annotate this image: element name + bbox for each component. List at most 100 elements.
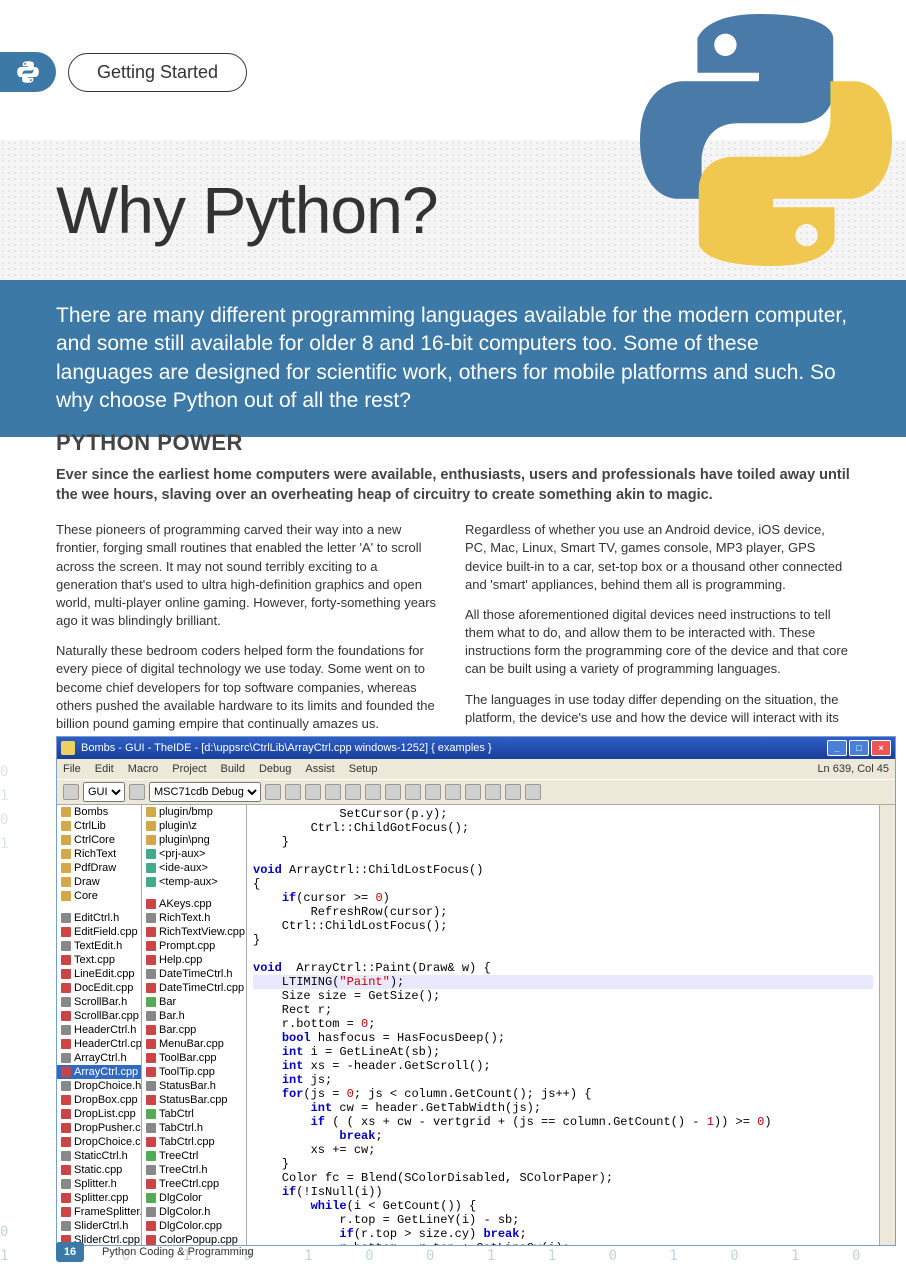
file-item[interactable]: DropPusher.cpp [57,1121,141,1135]
toolbar-icon[interactable] [525,784,541,800]
toolbar-icon[interactable] [365,784,381,800]
file-item[interactable]: DropList.cpp [57,1107,141,1121]
file-item[interactable]: HeaderCtrl.cpp [57,1037,141,1051]
file-item[interactable]: Core [57,889,141,903]
file-item[interactable]: TabCtrl.cpp [142,1135,246,1149]
file-item[interactable]: SliderCtrl.h [57,1219,141,1233]
toolbar-icon[interactable] [425,784,441,800]
file-item[interactable]: Draw [57,875,141,889]
file-panel[interactable]: plugin/bmpplugin\zplugin\png<prj-aux><id… [142,805,247,1245]
file-item[interactable]: AKeys.cpp [142,897,246,911]
file-item[interactable]: Splitter.h [57,1177,141,1191]
toolbar-icon[interactable] [63,784,79,800]
file-item[interactable]: Static.cpp [57,1163,141,1177]
file-item[interactable]: DropChoice.h [57,1079,141,1093]
file-item[interactable]: Bar.h [142,1009,246,1023]
toolbar-icon[interactable] [305,784,321,800]
file-item[interactable]: Text.cpp [57,953,141,967]
ide-menubar: File Edit Macro Project Build Debug Assist Setu… [57,759,895,779]
file-item[interactable]: ScrollBar.h [57,995,141,1009]
menu-macro[interactable]: Macro [128,763,159,775]
file-item[interactable]: Bar.cpp [142,1023,246,1037]
file-item[interactable]: Bar [142,995,246,1009]
file-item[interactable]: EditField.cpp [57,925,141,939]
file-item[interactable]: TreeCtrl [142,1149,246,1163]
file-item[interactable]: ArrayCtrl.h [57,1051,141,1065]
file-item[interactable]: StaticCtrl.h [57,1149,141,1163]
toolbar-icon[interactable] [325,784,341,800]
file-item[interactable]: Help.cpp [142,953,246,967]
toolbar-icon[interactable] [445,784,461,800]
file-item[interactable]: TreeCtrl.h [142,1163,246,1177]
file-item[interactable]: DropChoice.cpp [57,1135,141,1149]
python-logo-large [626,0,906,280]
file-item[interactable]: StatusBar.cpp [142,1093,246,1107]
file-item[interactable]: FrameSplitter.cpp [57,1205,141,1219]
toolbar-icon[interactable] [285,784,301,800]
package-panel[interactable]: BombsCtrlLibCtrlCoreRichTextPdfDrawDrawC… [57,805,142,1245]
toolbar-icon[interactable] [505,784,521,800]
file-item[interactable]: <temp-aux> [142,875,246,889]
toolbar-icon[interactable] [385,784,401,800]
file-item[interactable]: DropBox.cpp [57,1093,141,1107]
file-item[interactable]: ArrayCtrl.cpp [57,1065,141,1079]
file-item[interactable]: MenuBar.cpp [142,1037,246,1051]
ide-titlebar[interactable]: Bombs - GUI - TheIDE - [d:\uppsrc\CtrlLi… [57,737,895,759]
file-item[interactable]: TextEdit.h [57,939,141,953]
file-item[interactable]: ScrollBar.cpp [57,1009,141,1023]
file-item[interactable]: Prompt.cpp [142,939,246,953]
file-item[interactable]: <prj-aux> [142,847,246,861]
file-item[interactable]: ToolBar.cpp [142,1051,246,1065]
config-dropdown[interactable]: GUI [83,782,125,802]
file-item[interactable]: StatusBar.h [142,1079,246,1093]
file-item[interactable]: plugin\z [142,819,246,833]
menu-file[interactable]: File [63,763,81,775]
menu-debug[interactable]: Debug [259,763,291,775]
file-item[interactable]: DlgColor.h [142,1205,246,1219]
toolbar-icon[interactable] [485,784,501,800]
maximize-button[interactable]: □ [849,740,869,756]
toolbar-icon[interactable] [265,784,281,800]
toolbar-icon[interactable] [465,784,481,800]
file-item[interactable]: RichText [57,847,141,861]
toolbar-icon[interactable] [129,784,145,800]
minimize-button[interactable]: _ [827,740,847,756]
file-item[interactable]: DlgColor.cpp [142,1219,246,1233]
app-icon [61,741,75,755]
file-item[interactable]: CtrlCore [57,833,141,847]
file-item[interactable]: DocEdit.cpp [57,981,141,995]
scrollbar[interactable] [879,805,895,1245]
file-item[interactable]: TabCtrl.h [142,1121,246,1135]
file-item[interactable]: RichText.h [142,911,246,925]
toolbar-icon[interactable] [405,784,421,800]
file-item[interactable]: LineEdit.cpp [57,967,141,981]
file-item[interactable]: DlgColor [142,1191,246,1205]
menu-edit[interactable]: Edit [95,763,114,775]
build-dropdown[interactable]: MSC71cdb Debug [149,782,261,802]
menu-assist[interactable]: Assist [305,763,334,775]
toolbar-icon[interactable] [345,784,361,800]
main-content: PYTHON POWER Ever since the earliest hom… [56,430,850,745]
column-left: These pioneers of programming carved the… [56,521,441,745]
file-item[interactable]: TabCtrl [142,1107,246,1121]
file-item[interactable]: ToolTip.cpp [142,1065,246,1079]
file-item[interactable]: RichTextView.cpp [142,925,246,939]
close-button[interactable]: × [871,740,891,756]
file-item[interactable]: <ide-aux> [142,861,246,875]
file-item[interactable]: CtrlLib [57,819,141,833]
file-item[interactable]: Splitter.cpp [57,1191,141,1205]
file-item[interactable]: plugin/bmp [142,805,246,819]
file-item[interactable]: DateTimeCtrl.h [142,967,246,981]
file-item[interactable]: HeaderCtrl.h [57,1023,141,1037]
menu-build[interactable]: Build [221,763,245,775]
file-item[interactable]: PdfDraw [57,861,141,875]
code-editor[interactable]: SetCursor(p.y); Ctrl::ChildGotFocus(); }… [247,805,879,1245]
menu-project[interactable]: Project [172,763,206,775]
file-item[interactable]: TreeCtrl.cpp [142,1177,246,1191]
file-item[interactable]: EditCtrl.h [57,911,141,925]
file-item[interactable]: DateTimeCtrl.cpp [142,981,246,995]
menu-setup[interactable]: Setup [349,763,378,775]
file-item[interactable]: Bombs [57,805,141,819]
file-item[interactable]: plugin\png [142,833,246,847]
column-right: Regardless of whether you use an Android… [465,521,850,745]
